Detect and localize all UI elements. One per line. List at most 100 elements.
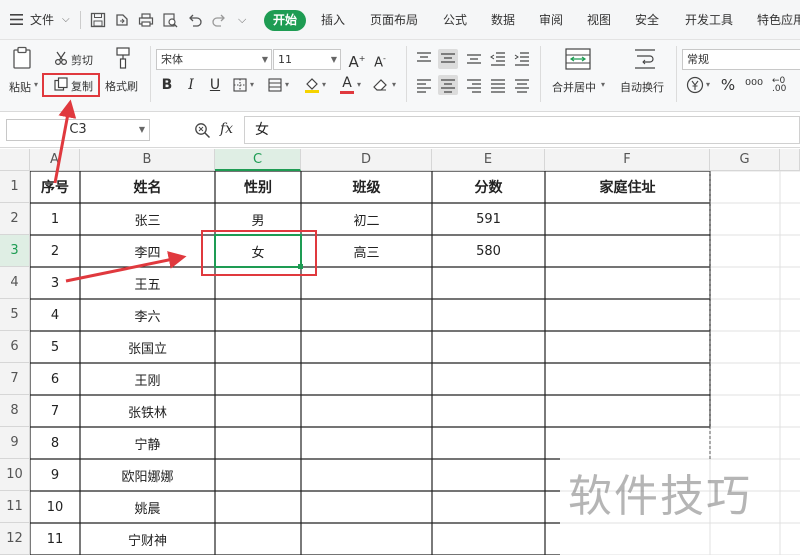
wrap-text-button[interactable]: 自动换行 <box>620 79 664 95</box>
chevron-down-icon[interactable]: ⌵ <box>62 12 70 28</box>
table-cell[interactable]: 591 <box>432 203 545 235</box>
format-painter-button[interactable]: 格式刷 <box>105 78 138 94</box>
table-cell[interactable]: 2 <box>30 235 80 267</box>
tab-developer[interactable]: 开发工具 <box>685 0 733 40</box>
export-icon[interactable] <box>114 12 130 28</box>
column-header-e[interactable]: E <box>432 149 545 171</box>
table-cell[interactable]: 5 <box>30 331 80 363</box>
save-icon[interactable] <box>90 12 106 28</box>
row-header-4[interactable]: 4 <box>0 267 30 299</box>
table-cell[interactable]: 4 <box>30 299 80 331</box>
table-cell[interactable]: 欧阳娜娜 <box>80 459 215 491</box>
print-icon[interactable] <box>138 12 154 28</box>
table-cell[interactable]: 8 <box>30 427 80 459</box>
tab-home[interactable]: 开始 <box>264 10 306 31</box>
table-header-cell[interactable]: 班级 <box>301 171 432 203</box>
row-header-10[interactable]: 10 <box>0 459 30 491</box>
font-name-select[interactable]: 宋体 ▼ <box>156 49 272 70</box>
table-cell[interactable]: 李六 <box>80 299 215 331</box>
chevron-down-icon[interactable]: ▾ <box>706 80 710 89</box>
table-cell[interactable]: 张三 <box>80 203 215 235</box>
italic-button[interactable]: I <box>181 75 201 95</box>
merge-center-icon[interactable] <box>565 48 591 70</box>
align-left-icon[interactable] <box>416 77 432 93</box>
print-preview-icon[interactable] <box>162 12 178 28</box>
tab-data[interactable]: 数据 <box>491 0 515 40</box>
outdent-icon[interactable] <box>490 51 506 67</box>
table-cell[interactable]: 王刚 <box>80 363 215 395</box>
table-cell[interactable]: 张国立 <box>80 331 215 363</box>
font-size-select[interactable]: 11 ▼ <box>273 49 341 70</box>
column-header-c[interactable]: C <box>215 149 301 171</box>
align-middle-icon[interactable] <box>438 49 458 69</box>
table-cell[interactable]: 3 <box>30 267 80 299</box>
table-cell[interactable]: 580 <box>432 235 545 267</box>
file-menu[interactable]: 文件 <box>30 0 54 40</box>
percent-icon[interactable]: % <box>718 75 738 95</box>
table-cell[interactable]: 宁静 <box>80 427 215 459</box>
table-cell[interactable]: 6 <box>30 363 80 395</box>
cut-button[interactable]: 剪切 <box>71 52 93 68</box>
align-center-icon[interactable] <box>438 75 458 95</box>
row-header-7[interactable]: 7 <box>0 363 30 395</box>
distributed-align-icon[interactable] <box>514 77 530 93</box>
eraser-icon[interactable] <box>372 77 388 93</box>
merge-cells-small-icon[interactable] <box>268 78 282 92</box>
fx-label[interactable]: fx <box>220 121 233 137</box>
chevron-down-icon[interactable]: ▾ <box>250 80 254 89</box>
table-cell[interactable]: 姚晨 <box>80 491 215 523</box>
align-top-icon[interactable] <box>416 51 432 67</box>
row-header-1[interactable]: 1 <box>0 171 30 203</box>
increase-decimal-icon[interactable]: ←0.00 <box>772 77 786 94</box>
copy-button[interactable]: 复制 <box>71 78 93 94</box>
column-header-g[interactable]: G <box>710 149 780 171</box>
column-header-b[interactable]: B <box>80 149 215 171</box>
decrease-font-size-icon[interactable]: A- <box>370 49 390 70</box>
column-header-f[interactable]: F <box>545 149 710 171</box>
table-cell[interactable]: 高三 <box>301 235 432 267</box>
table-header-cell[interactable]: 分数 <box>432 171 545 203</box>
thousands-separator-icon[interactable]: ⁰⁰⁰ <box>745 75 763 95</box>
tab-formulas[interactable]: 公式 <box>443 0 467 40</box>
chevron-down-icon[interactable]: ▾ <box>601 80 605 89</box>
table-cell[interactable]: 李四 <box>80 235 215 267</box>
currency-icon[interactable] <box>686 76 704 94</box>
chevron-down-icon[interactable]: ▾ <box>322 80 326 89</box>
row-header-11[interactable]: 11 <box>0 491 30 523</box>
tab-security[interactable]: 安全 <box>635 0 659 40</box>
table-cell[interactable]: 7 <box>30 395 80 427</box>
table-cell[interactable]: 宁财神 <box>80 523 215 555</box>
hamburger-icon[interactable] <box>10 14 23 25</box>
increase-font-size-icon[interactable]: A+ <box>347 49 367 71</box>
zoom-function-icon[interactable] <box>194 122 211 139</box>
table-cell[interactable]: 10 <box>30 491 80 523</box>
row-header-8[interactable]: 8 <box>0 395 30 427</box>
merge-center-button[interactable]: 合并居中 <box>552 79 596 95</box>
paste-icon[interactable] <box>12 46 34 70</box>
chevron-down-icon[interactable]: ▾ <box>34 80 38 89</box>
chevron-down-icon[interactable]: ▾ <box>392 80 396 89</box>
customize-icon[interactable]: ⌵ <box>238 12 246 28</box>
undo-icon[interactable] <box>187 12 203 28</box>
align-right-icon[interactable] <box>466 77 482 93</box>
borders-icon[interactable] <box>233 78 247 92</box>
number-format-select[interactable]: 常规 <box>682 49 800 70</box>
table-header-cell[interactable]: 性别 <box>215 171 301 203</box>
table-header-cell[interactable]: 序号 <box>30 171 80 203</box>
copy-icon[interactable] <box>54 77 68 91</box>
select-all-corner[interactable] <box>0 149 30 171</box>
justify-icon[interactable] <box>490 77 506 93</box>
format-painter-icon[interactable] <box>114 46 132 70</box>
column-header-d[interactable]: D <box>301 149 432 171</box>
redo-icon[interactable] <box>211 12 227 28</box>
table-cell[interactable]: 初二 <box>301 203 432 235</box>
tab-page-layout[interactable]: 页面布局 <box>370 0 418 40</box>
table-header-cell[interactable]: 家庭住址 <box>545 171 710 203</box>
chevron-down-icon[interactable]: ▾ <box>285 80 289 89</box>
bold-button[interactable]: B <box>157 75 177 95</box>
table-cell[interactable]: 9 <box>30 459 80 491</box>
paste-button[interactable]: 粘贴 <box>9 79 31 95</box>
indent-icon[interactable] <box>514 51 530 67</box>
table-cell[interactable]: 11 <box>30 523 80 555</box>
formula-input[interactable]: 女 <box>244 116 800 144</box>
